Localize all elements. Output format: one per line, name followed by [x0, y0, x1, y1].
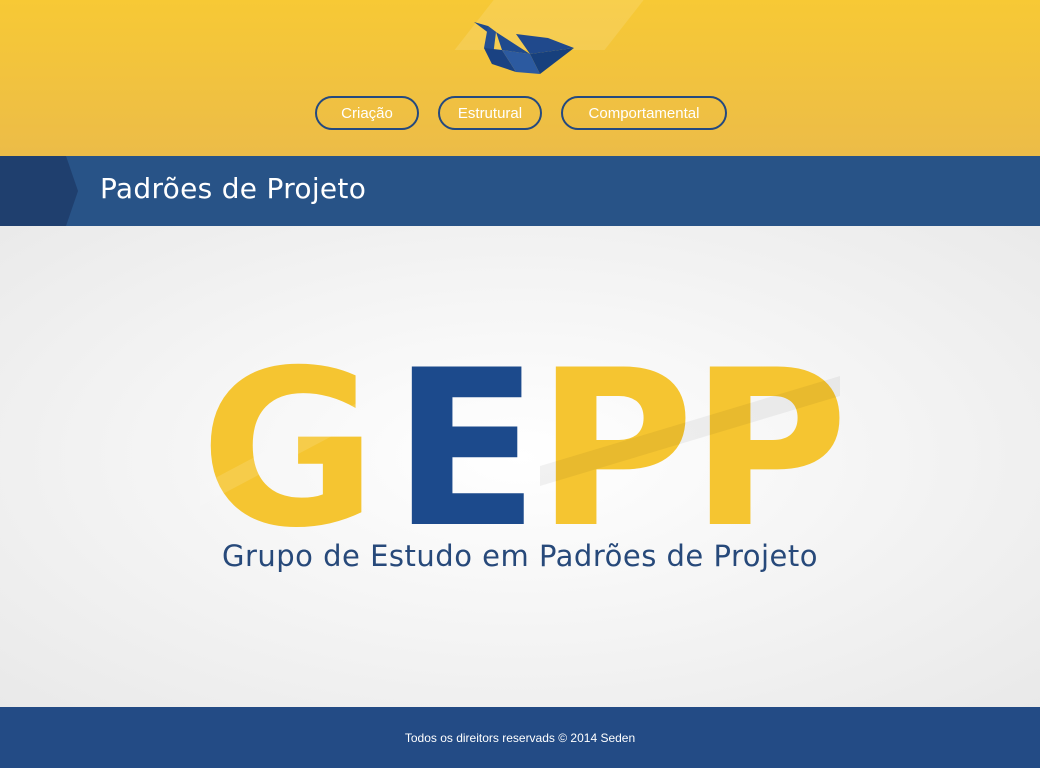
nav-estrutural-button[interactable]: Estrutural: [438, 96, 542, 130]
nav-comportamental-button[interactable]: Comportamental: [561, 96, 727, 130]
main-nav: Criação Estrutural Comportamental: [0, 96, 1040, 134]
logo-tagline: Grupo de Estudo em Padrões de Projeto: [221, 539, 819, 573]
title-bar: Padrões de Projeto: [0, 156, 1040, 226]
main-content: G E P P Grupo de Estudo em Padrões de Pr…: [0, 226, 1040, 707]
page-title: Padrões de Projeto: [100, 172, 367, 205]
footer: Todos os direitors reservads © 2014 Sede…: [0, 707, 1040, 768]
logo-letter-e: E: [392, 356, 540, 536]
header: Criação Estrutural Comportamental: [0, 0, 1040, 156]
nav-criacao-button[interactable]: Criação: [315, 96, 419, 130]
origami-bird-icon[interactable]: [470, 20, 574, 78]
gepp-logo: G E P P: [200, 356, 840, 536]
title-bar-tab: [0, 156, 78, 226]
copyright-text: Todos os direitors reservads © 2014 Sede…: [404, 731, 636, 745]
